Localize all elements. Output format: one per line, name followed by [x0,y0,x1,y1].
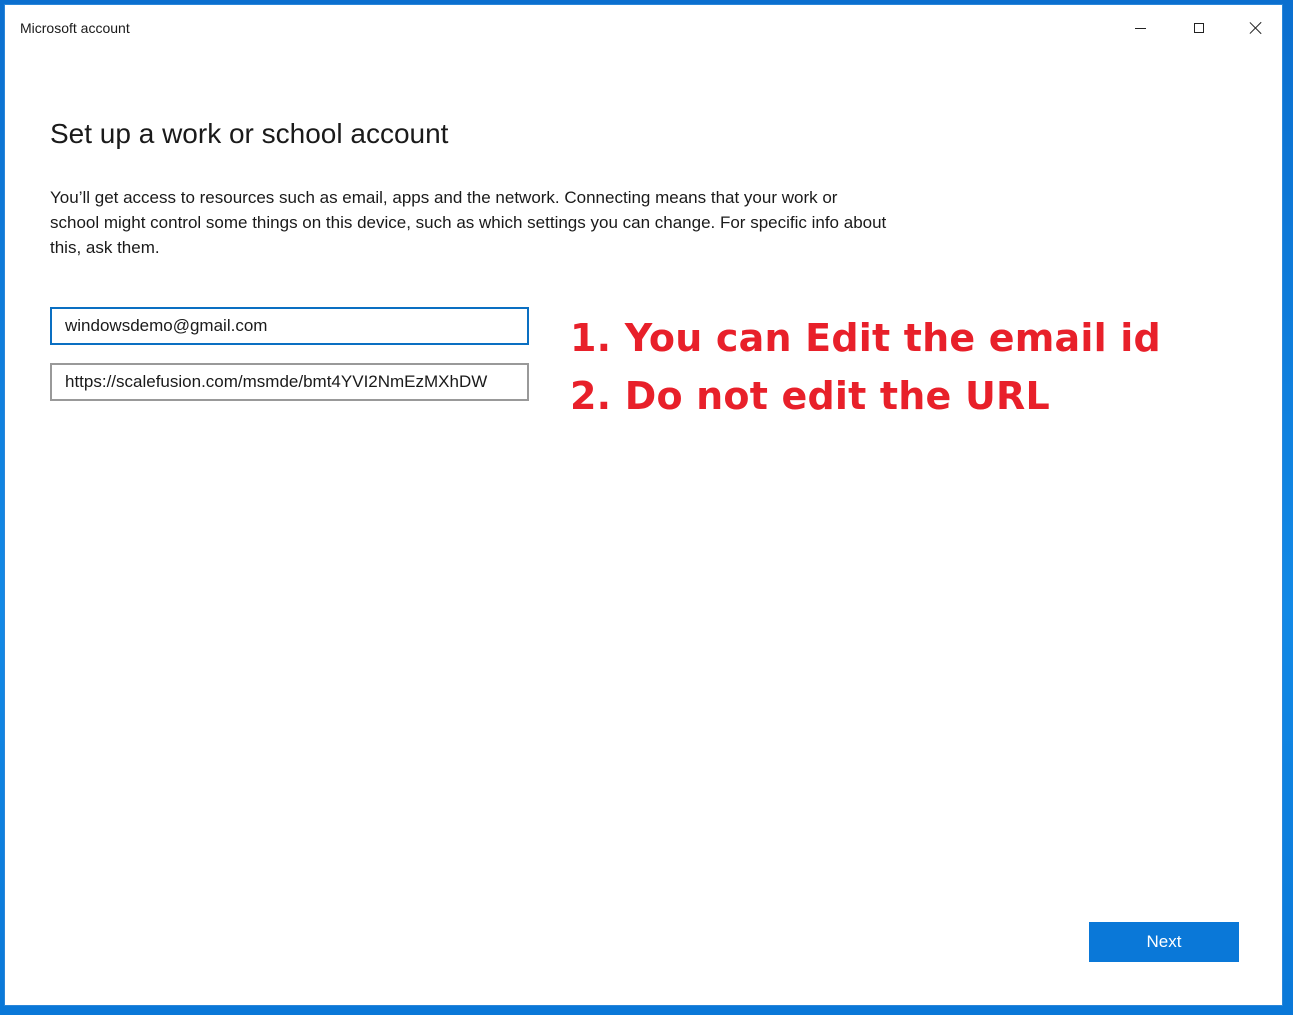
page-title: Set up a work or school account [50,118,449,149]
url-input[interactable] [50,363,529,401]
maximize-icon [1194,23,1204,33]
email-input[interactable] [50,307,529,345]
annotation-edit-email: 1. You can Edit the email id [570,316,1161,360]
next-button[interactable]: Next [1089,922,1239,962]
description-text: You’ll get access to resources such as e… [50,188,887,257]
close-button[interactable] [1233,13,1279,43]
maximize-button[interactable] [1176,13,1222,43]
title-bar[interactable]: Microsoft account [5,5,1282,51]
close-icon [1249,21,1263,35]
minimize-icon [1134,27,1146,29]
microsoft-account-window: Microsoft account Set up a work or schoo… [4,4,1283,1006]
window-title: Microsoft account [20,20,130,36]
minimize-button[interactable] [1117,13,1163,43]
annotation-do-not-edit-url: 2. Do not edit the URL [570,374,1050,418]
